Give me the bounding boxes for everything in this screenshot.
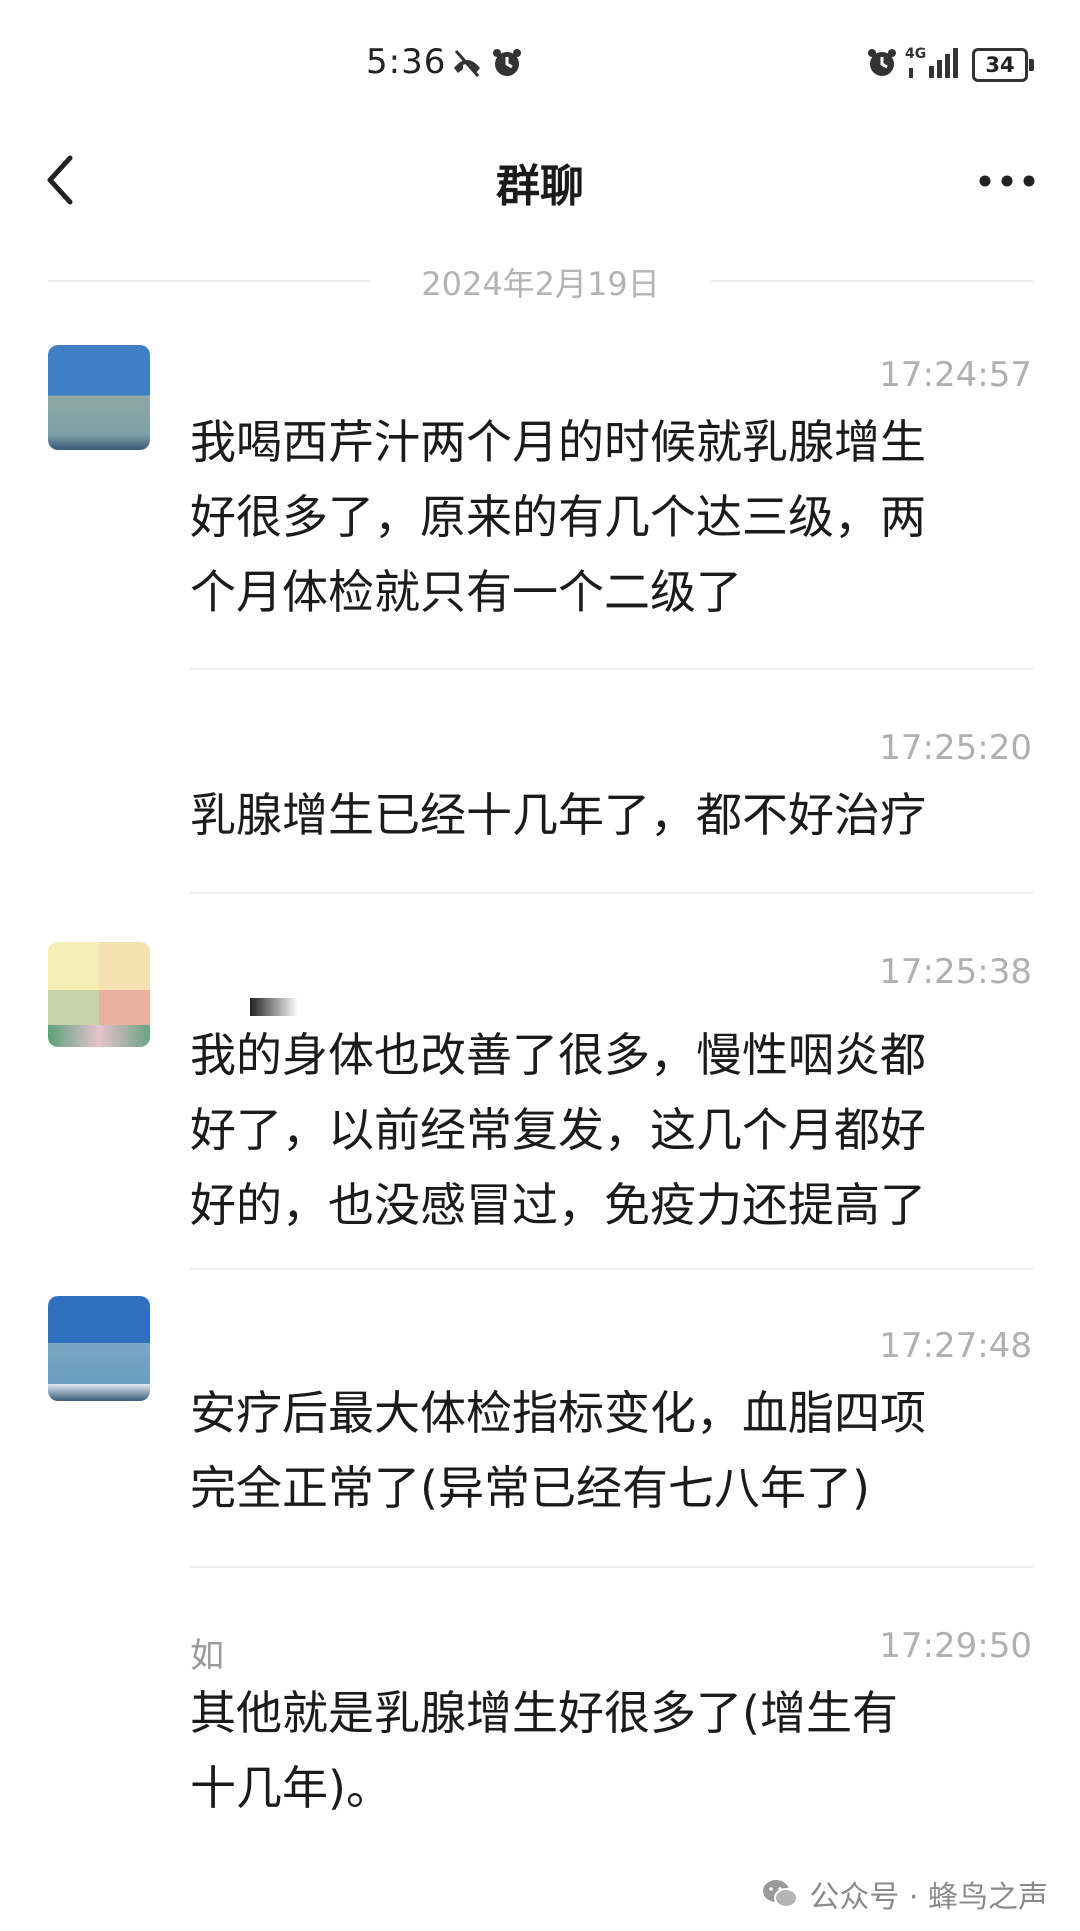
- message-timestamp: 17:29:50: [879, 1626, 1032, 1666]
- wechat-icon: [763, 1880, 799, 1908]
- message-separator: [190, 1566, 1033, 1568]
- avatar[interactable]: [48, 345, 150, 450]
- divider-line-right: [711, 280, 1033, 282]
- status-time: 5:36: [366, 42, 447, 82]
- alarm-icon: [493, 49, 521, 76]
- message-timestamp: 17:27:48: [879, 1326, 1032, 1366]
- avatar[interactable]: [48, 1296, 150, 1401]
- page-title: 群聊: [496, 161, 584, 212]
- message-text: 安疗后最大体检指标变化，血脂四项 完全正常了(异常已经有七八年了): [190, 1386, 926, 1515]
- sender-name-redacted: [250, 998, 298, 1016]
- message-text: 我喝西芹汁两个月的时候就乳腺增生 好很多了，原来的有几个达三级，两 个月体检就只…: [190, 415, 926, 619]
- message-separator: [190, 668, 1033, 670]
- message-timestamp: 17:25:20: [879, 728, 1032, 768]
- dnd-phone-icon: [454, 50, 480, 77]
- signal-icon: 4G: [905, 44, 961, 82]
- chat-header: 群聊: [0, 130, 1080, 230]
- watermark-text: 公众号 · 蜂鸟之声: [809, 1880, 1048, 1915]
- message-separator: [190, 892, 1033, 894]
- status-bar: 5:36 4G 34: [0, 0, 1080, 130]
- sender-name-fragment: 如: [190, 1636, 224, 1676]
- message-separator: [190, 1268, 1033, 1270]
- more-options-icon[interactable]: [974, 156, 1040, 206]
- battery-indicator: 34: [972, 48, 1034, 82]
- date-label: 2024年2月19日: [421, 265, 660, 303]
- message-timestamp: 17:25:38: [879, 952, 1032, 992]
- message-timestamp: 17:24:57: [879, 355, 1032, 395]
- avatar[interactable]: [48, 942, 150, 1047]
- watermark: 公众号 · 蜂鸟之声: [761, 1872, 1048, 1916]
- message-text: 我的身体也改善了很多，慢性咽炎都 好了，以前经常复发，这几个月都好 好的，也没感…: [190, 1028, 926, 1232]
- message-text: 其他就是乳腺增生好很多了(增生有 十几年)。: [190, 1686, 898, 1815]
- date-divider: 2024年2月19日: [48, 255, 1033, 305]
- message-text: 乳腺增生已经十几年了，都不好治疗: [190, 788, 926, 842]
- alarm-icon-right: [868, 49, 896, 76]
